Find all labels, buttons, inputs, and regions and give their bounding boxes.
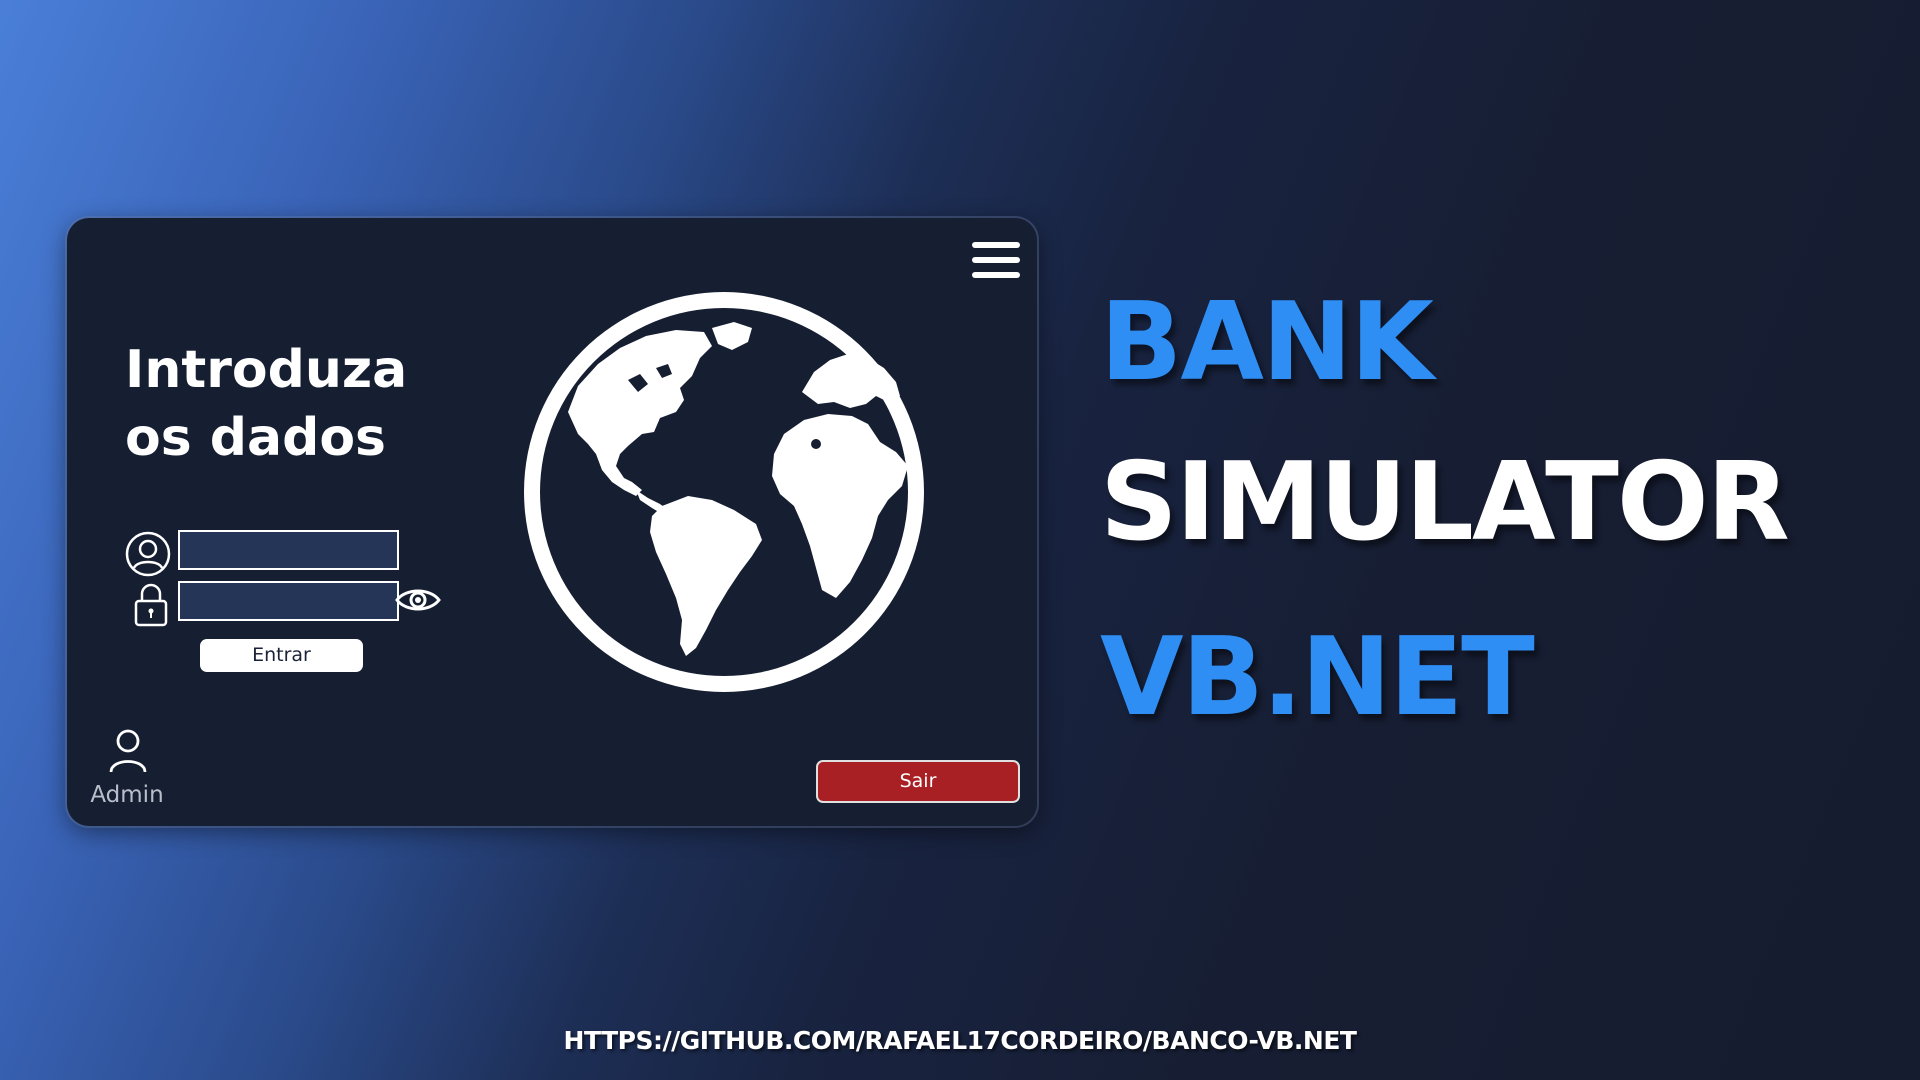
login-title: Introduza os dados (125, 336, 445, 472)
enter-button[interactable]: Entrar (200, 639, 363, 672)
user-circle-icon (125, 531, 171, 577)
eye-icon[interactable] (394, 582, 442, 618)
headline-vbnet: VB.NET (1100, 615, 1535, 740)
menu-bar-top (972, 242, 1020, 248)
login-title-line2: os dados (125, 408, 386, 468)
person-icon (109, 729, 147, 773)
padlock-icon (134, 583, 168, 627)
hamburger-menu-icon[interactable] (972, 240, 1020, 280)
headline-simulator: SIMULATOR (1100, 440, 1790, 565)
admin-label: Admin (90, 782, 164, 808)
menu-bar-bottom (972, 272, 1020, 278)
menu-bar-middle (972, 257, 1020, 263)
globe-icon (524, 292, 924, 692)
login-title-line1: Introduza (125, 340, 408, 400)
github-url-link[interactable]: HTTPS://GITHUB.COM/RAFAEL17CORDEIRO/BANC… (0, 1026, 1920, 1055)
login-window: Introduza os dados Entrar Admin Sair (67, 218, 1037, 826)
admin-button[interactable]: Admin (81, 728, 173, 818)
exit-button[interactable]: Sair (816, 760, 1020, 803)
headline-bank: BANK (1100, 280, 1434, 405)
username-input[interactable] (178, 530, 399, 570)
password-input[interactable] (178, 581, 399, 621)
